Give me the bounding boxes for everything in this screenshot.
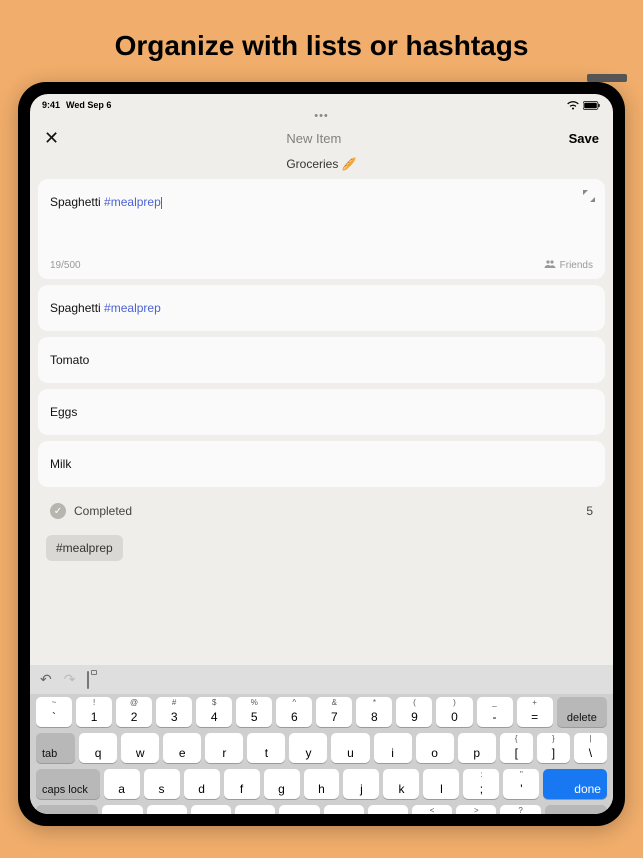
hero-title: Organize with lists or hashtags	[0, 0, 643, 82]
key-8[interactable]: *8	[356, 697, 392, 727]
check-icon: ✓	[50, 503, 66, 519]
key-v[interactable]: v	[235, 805, 275, 814]
new-item-input-card[interactable]: Spaghetti #mealprep 19/500 Friends	[38, 179, 605, 279]
nav-title: New Item	[286, 131, 341, 146]
completed-count: 5	[586, 504, 593, 518]
key-[interactable]: ~`	[36, 697, 72, 727]
key-a[interactable]: a	[104, 769, 140, 799]
key-delete[interactable]: delete	[557, 697, 607, 727]
key-b[interactable]: b	[279, 805, 319, 814]
keyboard: ↶ ↷ ~`!1@2#3$4%5^6&7*8(9)0_-+=delete tab…	[30, 665, 613, 814]
window-handle-dots[interactable]: •••	[30, 110, 613, 122]
key-k[interactable]: k	[383, 769, 419, 799]
key-r[interactable]: r	[205, 733, 243, 763]
visibility-toggle[interactable]: Friends	[544, 260, 593, 271]
key-6[interactable]: ^6	[276, 697, 312, 727]
redo-icon[interactable]: ↷	[64, 671, 76, 688]
status-time: 9:41	[42, 100, 60, 110]
key-[interactable]: ?/	[500, 805, 540, 814]
key-[interactable]: |\	[574, 733, 607, 763]
close-button[interactable]: ✕	[44, 128, 59, 149]
key-[interactable]: +=	[517, 697, 553, 727]
key-9[interactable]: (9	[396, 697, 432, 727]
list-item[interactable]: Spaghetti #mealprep	[38, 285, 605, 331]
char-counter: 19/500	[50, 260, 81, 271]
suggestion-bar: #mealprep	[38, 529, 605, 567]
input-text[interactable]: Spaghetti #mealprep	[50, 195, 162, 209]
device-frame: 9:41 Wed Sep 6 ••• ✕ New Item Save Groce…	[18, 82, 625, 826]
list-item[interactable]: Eggs	[38, 389, 605, 435]
list-item[interactable]: Milk	[38, 441, 605, 487]
key-t[interactable]: t	[247, 733, 285, 763]
key-4[interactable]: $4	[196, 697, 232, 727]
list-name[interactable]: Groceries 🥖	[30, 153, 613, 179]
expand-icon[interactable]	[583, 189, 595, 207]
key-2[interactable]: @2	[116, 697, 152, 727]
device-button	[587, 74, 627, 82]
status-date: Wed Sep 6	[66, 100, 111, 110]
key-z[interactable]: z	[102, 805, 142, 814]
key-u[interactable]: u	[331, 733, 369, 763]
key-p[interactable]: p	[458, 733, 496, 763]
key-i[interactable]: i	[374, 733, 412, 763]
key-o[interactable]: o	[416, 733, 454, 763]
wifi-icon	[567, 101, 579, 110]
key-done[interactable]: done	[543, 769, 607, 799]
key-h[interactable]: h	[304, 769, 340, 799]
key-shift[interactable]: shift	[36, 805, 98, 814]
key-[interactable]: >.	[456, 805, 496, 814]
key-[interactable]: _-	[477, 697, 513, 727]
key-j[interactable]: j	[343, 769, 379, 799]
key-m[interactable]: m	[368, 805, 408, 814]
completed-section[interactable]: ✓ Completed 5	[38, 493, 605, 529]
nav-bar: ✕ New Item Save	[30, 122, 613, 153]
key-3[interactable]: #3	[156, 697, 192, 727]
undo-icon[interactable]: ↶	[40, 671, 52, 688]
key-tab[interactable]: tab	[36, 733, 75, 763]
save-button[interactable]: Save	[569, 131, 599, 146]
key-q[interactable]: q	[79, 733, 117, 763]
key-y[interactable]: y	[289, 733, 327, 763]
key-[interactable]: }]	[537, 733, 570, 763]
key-shift[interactable]: shift	[545, 805, 607, 814]
text-cursor	[161, 197, 162, 209]
key-[interactable]: <,	[412, 805, 452, 814]
key-w[interactable]: w	[121, 733, 159, 763]
list-item[interactable]: Tomato	[38, 337, 605, 383]
key-f[interactable]: f	[224, 769, 260, 799]
key-n[interactable]: n	[324, 805, 364, 814]
key-[interactable]: "'	[503, 769, 539, 799]
key-[interactable]: {[	[500, 733, 533, 763]
key-x[interactable]: x	[147, 805, 187, 814]
hashtag-suggestion[interactable]: #mealprep	[46, 535, 123, 561]
people-icon	[544, 260, 556, 271]
keyboard-toolbar: ↶ ↷	[30, 665, 613, 694]
key-0[interactable]: )0	[436, 697, 472, 727]
battery-icon	[583, 101, 601, 110]
screen: 9:41 Wed Sep 6 ••• ✕ New Item Save Groce…	[30, 94, 613, 814]
key-d[interactable]: d	[184, 769, 220, 799]
key-g[interactable]: g	[264, 769, 300, 799]
key-e[interactable]: e	[163, 733, 201, 763]
key-[interactable]: :;	[463, 769, 499, 799]
key-5[interactable]: %5	[236, 697, 272, 727]
key-1[interactable]: !1	[76, 697, 112, 727]
key-c[interactable]: c	[191, 805, 231, 814]
key-7[interactable]: &7	[316, 697, 352, 727]
clipboard-icon[interactable]	[87, 672, 89, 688]
key-s[interactable]: s	[144, 769, 180, 799]
key-capslock[interactable]: caps lock	[36, 769, 100, 799]
key-l[interactable]: l	[423, 769, 459, 799]
